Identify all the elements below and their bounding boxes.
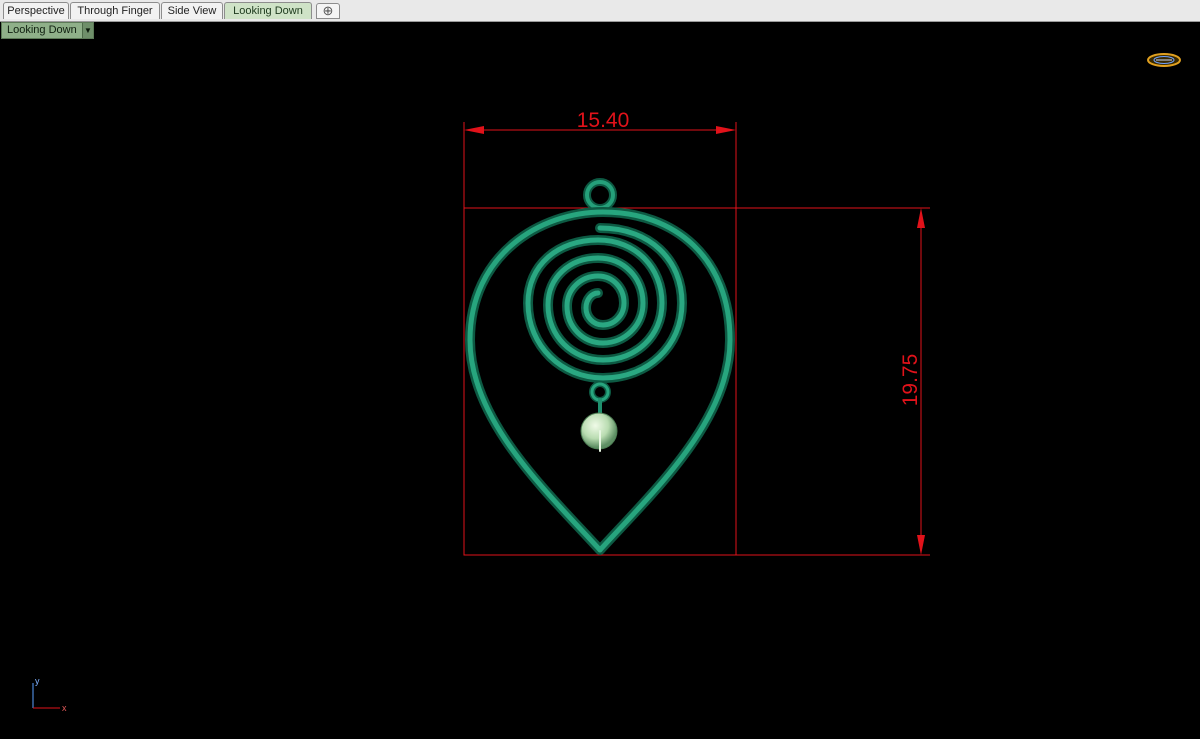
tab-perspective[interactable]: Perspective <box>3 2 69 19</box>
x-axis-label: x <box>62 703 67 713</box>
viewport-title-label: Looking Down <box>7 24 77 36</box>
width-arrow-right <box>716 126 736 134</box>
pendant-model <box>465 178 735 555</box>
tab-through-finger[interactable]: Through Finger <box>70 2 160 19</box>
y-axis-label: y <box>35 676 40 686</box>
viewport-title[interactable]: Looking Down ▼ <box>1 22 94 39</box>
viewport-tab-bar: Perspective Through Finger Side View Loo… <box>0 0 1200 22</box>
width-dimension-text: 15.40 <box>577 109 630 132</box>
triangle-down-icon[interactable]: ▼ <box>82 23 93 38</box>
tab-looking-down[interactable]: Looking Down <box>224 2 312 19</box>
tab-side-view[interactable]: Side View <box>161 2 223 19</box>
plus-icon: ⊕ <box>322 3 334 18</box>
height-arrow-bottom <box>917 535 925 555</box>
axis-indicator: y x <box>32 676 67 713</box>
width-arrow-left <box>464 126 484 134</box>
viewport-canvas[interactable]: 15.40 19.75 y x <box>0 40 1200 739</box>
height-arrow-top <box>917 208 925 228</box>
add-tab-button[interactable]: ⊕ <box>316 3 340 19</box>
height-dimension-text: 19.75 <box>899 354 922 407</box>
